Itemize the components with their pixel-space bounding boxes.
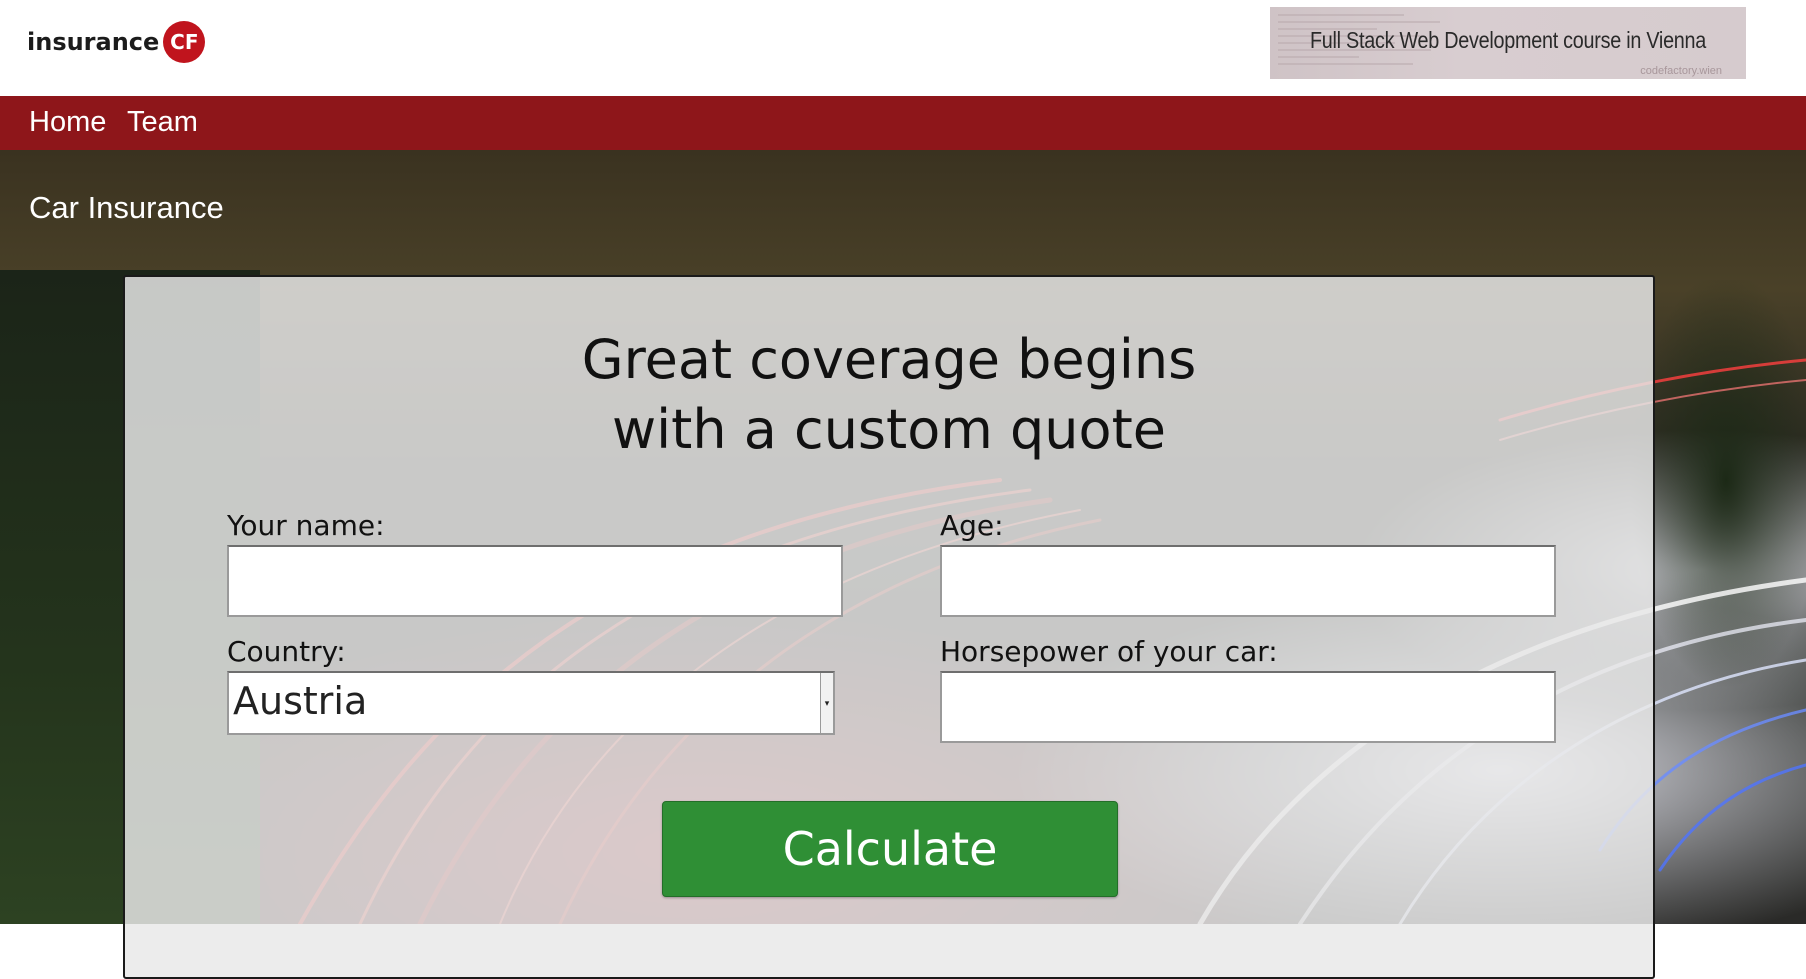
quote-form: Great coverage begins with a custom quot…	[123, 275, 1655, 979]
name-label: Your name:	[227, 509, 385, 542]
chevron-down-icon[interactable]: ▾	[820, 673, 833, 733]
country-select[interactable]: Austria ▾	[227, 671, 835, 735]
horsepower-input[interactable]	[940, 671, 1556, 743]
ad-banner[interactable]: Full Stack Web Development course in Vie…	[1270, 7, 1746, 79]
form-title: Great coverage begins with a custom quot…	[125, 325, 1653, 465]
logo-text: insurance	[27, 28, 160, 56]
ad-subtext: codefactory.wien	[1640, 65, 1722, 77]
page-heading: Car Insurance	[29, 190, 224, 225]
main-nav: Home Team	[0, 96, 1806, 150]
country-label: Country:	[227, 635, 346, 668]
calculate-button[interactable]: Calculate	[662, 801, 1118, 897]
site-header: insurance CF Full Stack Web Development …	[0, 0, 1806, 96]
ad-text: Full Stack Web Development course in Vie…	[1309, 27, 1707, 53]
form-title-line-2: with a custom quote	[612, 398, 1166, 461]
age-label: Age:	[940, 509, 1004, 542]
country-selected-value: Austria	[233, 679, 368, 723]
age-input[interactable]	[940, 545, 1556, 617]
nav-link-home[interactable]: Home	[29, 106, 106, 139]
form-title-line-1: Great coverage begins	[581, 328, 1197, 391]
logo-badge: CF	[163, 21, 206, 63]
site-logo[interactable]: insurance CF	[27, 21, 206, 63]
name-input[interactable]	[227, 545, 843, 617]
horsepower-label: Horsepower of your car:	[940, 635, 1278, 668]
nav-link-team[interactable]: Team	[127, 106, 198, 139]
